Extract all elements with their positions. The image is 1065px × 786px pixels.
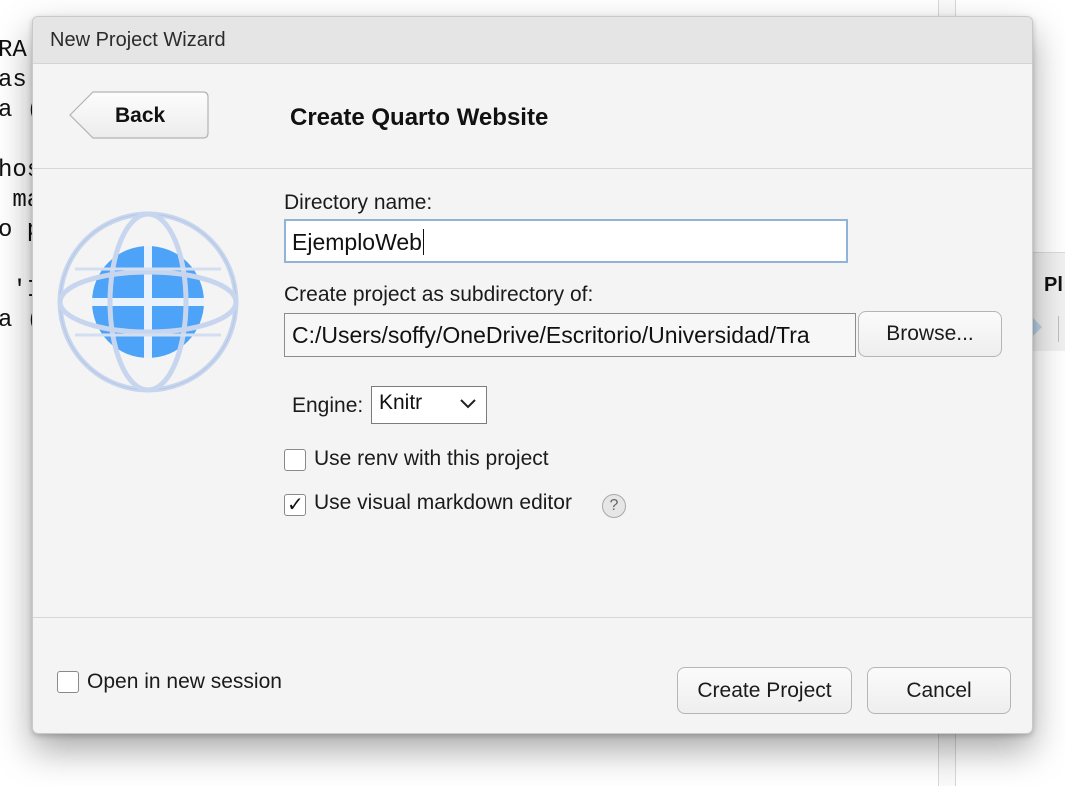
page-title: Create Quarto Website [290, 104, 549, 131]
open-new-session-label[interactable]: Open in new session [87, 670, 282, 694]
use-renv-label[interactable]: Use renv with this project [314, 447, 549, 471]
quarto-globe-icon [55, 209, 241, 395]
chevron-down-icon [460, 399, 476, 409]
back-button[interactable]: Back [69, 91, 209, 139]
create-project-button[interactable]: Create Project [677, 667, 852, 714]
checkmark-icon: ✓ [287, 492, 304, 516]
directory-name-label: Directory name: [284, 191, 433, 214]
directory-name-value: EjemploWeb [292, 229, 422, 255]
back-button-label: Back [115, 104, 166, 127]
footer-divider [33, 617, 1032, 618]
background-right-pane [1031, 252, 1065, 351]
directory-name-input[interactable]: EjemploWeb [284, 219, 848, 263]
browse-button-label: Browse... [886, 322, 974, 345]
subdirectory-label: Create project as subdirectory of: [284, 283, 594, 306]
visual-editor-checkbox[interactable]: ✓ [284, 492, 306, 516]
text-caret [422, 229, 424, 255]
visual-editor-label[interactable]: Use visual markdown editor [314, 491, 572, 515]
cancel-label: Cancel [906, 679, 972, 702]
use-renv-checkbox[interactable] [284, 449, 306, 471]
dialog-titlebar[interactable]: New Project Wizard [33, 17, 1032, 64]
background-pane-tab-label[interactable]: Pl [1044, 274, 1063, 297]
cancel-button[interactable]: Cancel [867, 667, 1011, 714]
editor-line: as [0, 67, 27, 94]
engine-select[interactable]: Knitr [371, 386, 487, 424]
chevron-right-icon [1033, 318, 1042, 336]
subdirectory-path-value: C:/Users/soffy/OneDrive/Escritorio/Unive… [292, 322, 810, 348]
open-new-session-checkbox[interactable] [57, 671, 79, 693]
create-project-label: Create Project [697, 679, 832, 702]
engine-label: Engine: [292, 394, 364, 417]
dialog-title: New Project Wizard [50, 29, 226, 51]
subdirectory-path-field[interactable]: C:/Users/soffy/OneDrive/Escritorio/Unive… [284, 313, 856, 357]
editor-line: RA [0, 37, 27, 64]
help-icon[interactable]: ? [602, 494, 626, 518]
new-project-wizard-dialog: New Project Wizard Back Create Quarto We… [32, 16, 1033, 734]
browse-button[interactable]: Browse... [858, 311, 1002, 357]
divider [1058, 316, 1059, 342]
engine-selected-value: Knitr [379, 391, 423, 414]
